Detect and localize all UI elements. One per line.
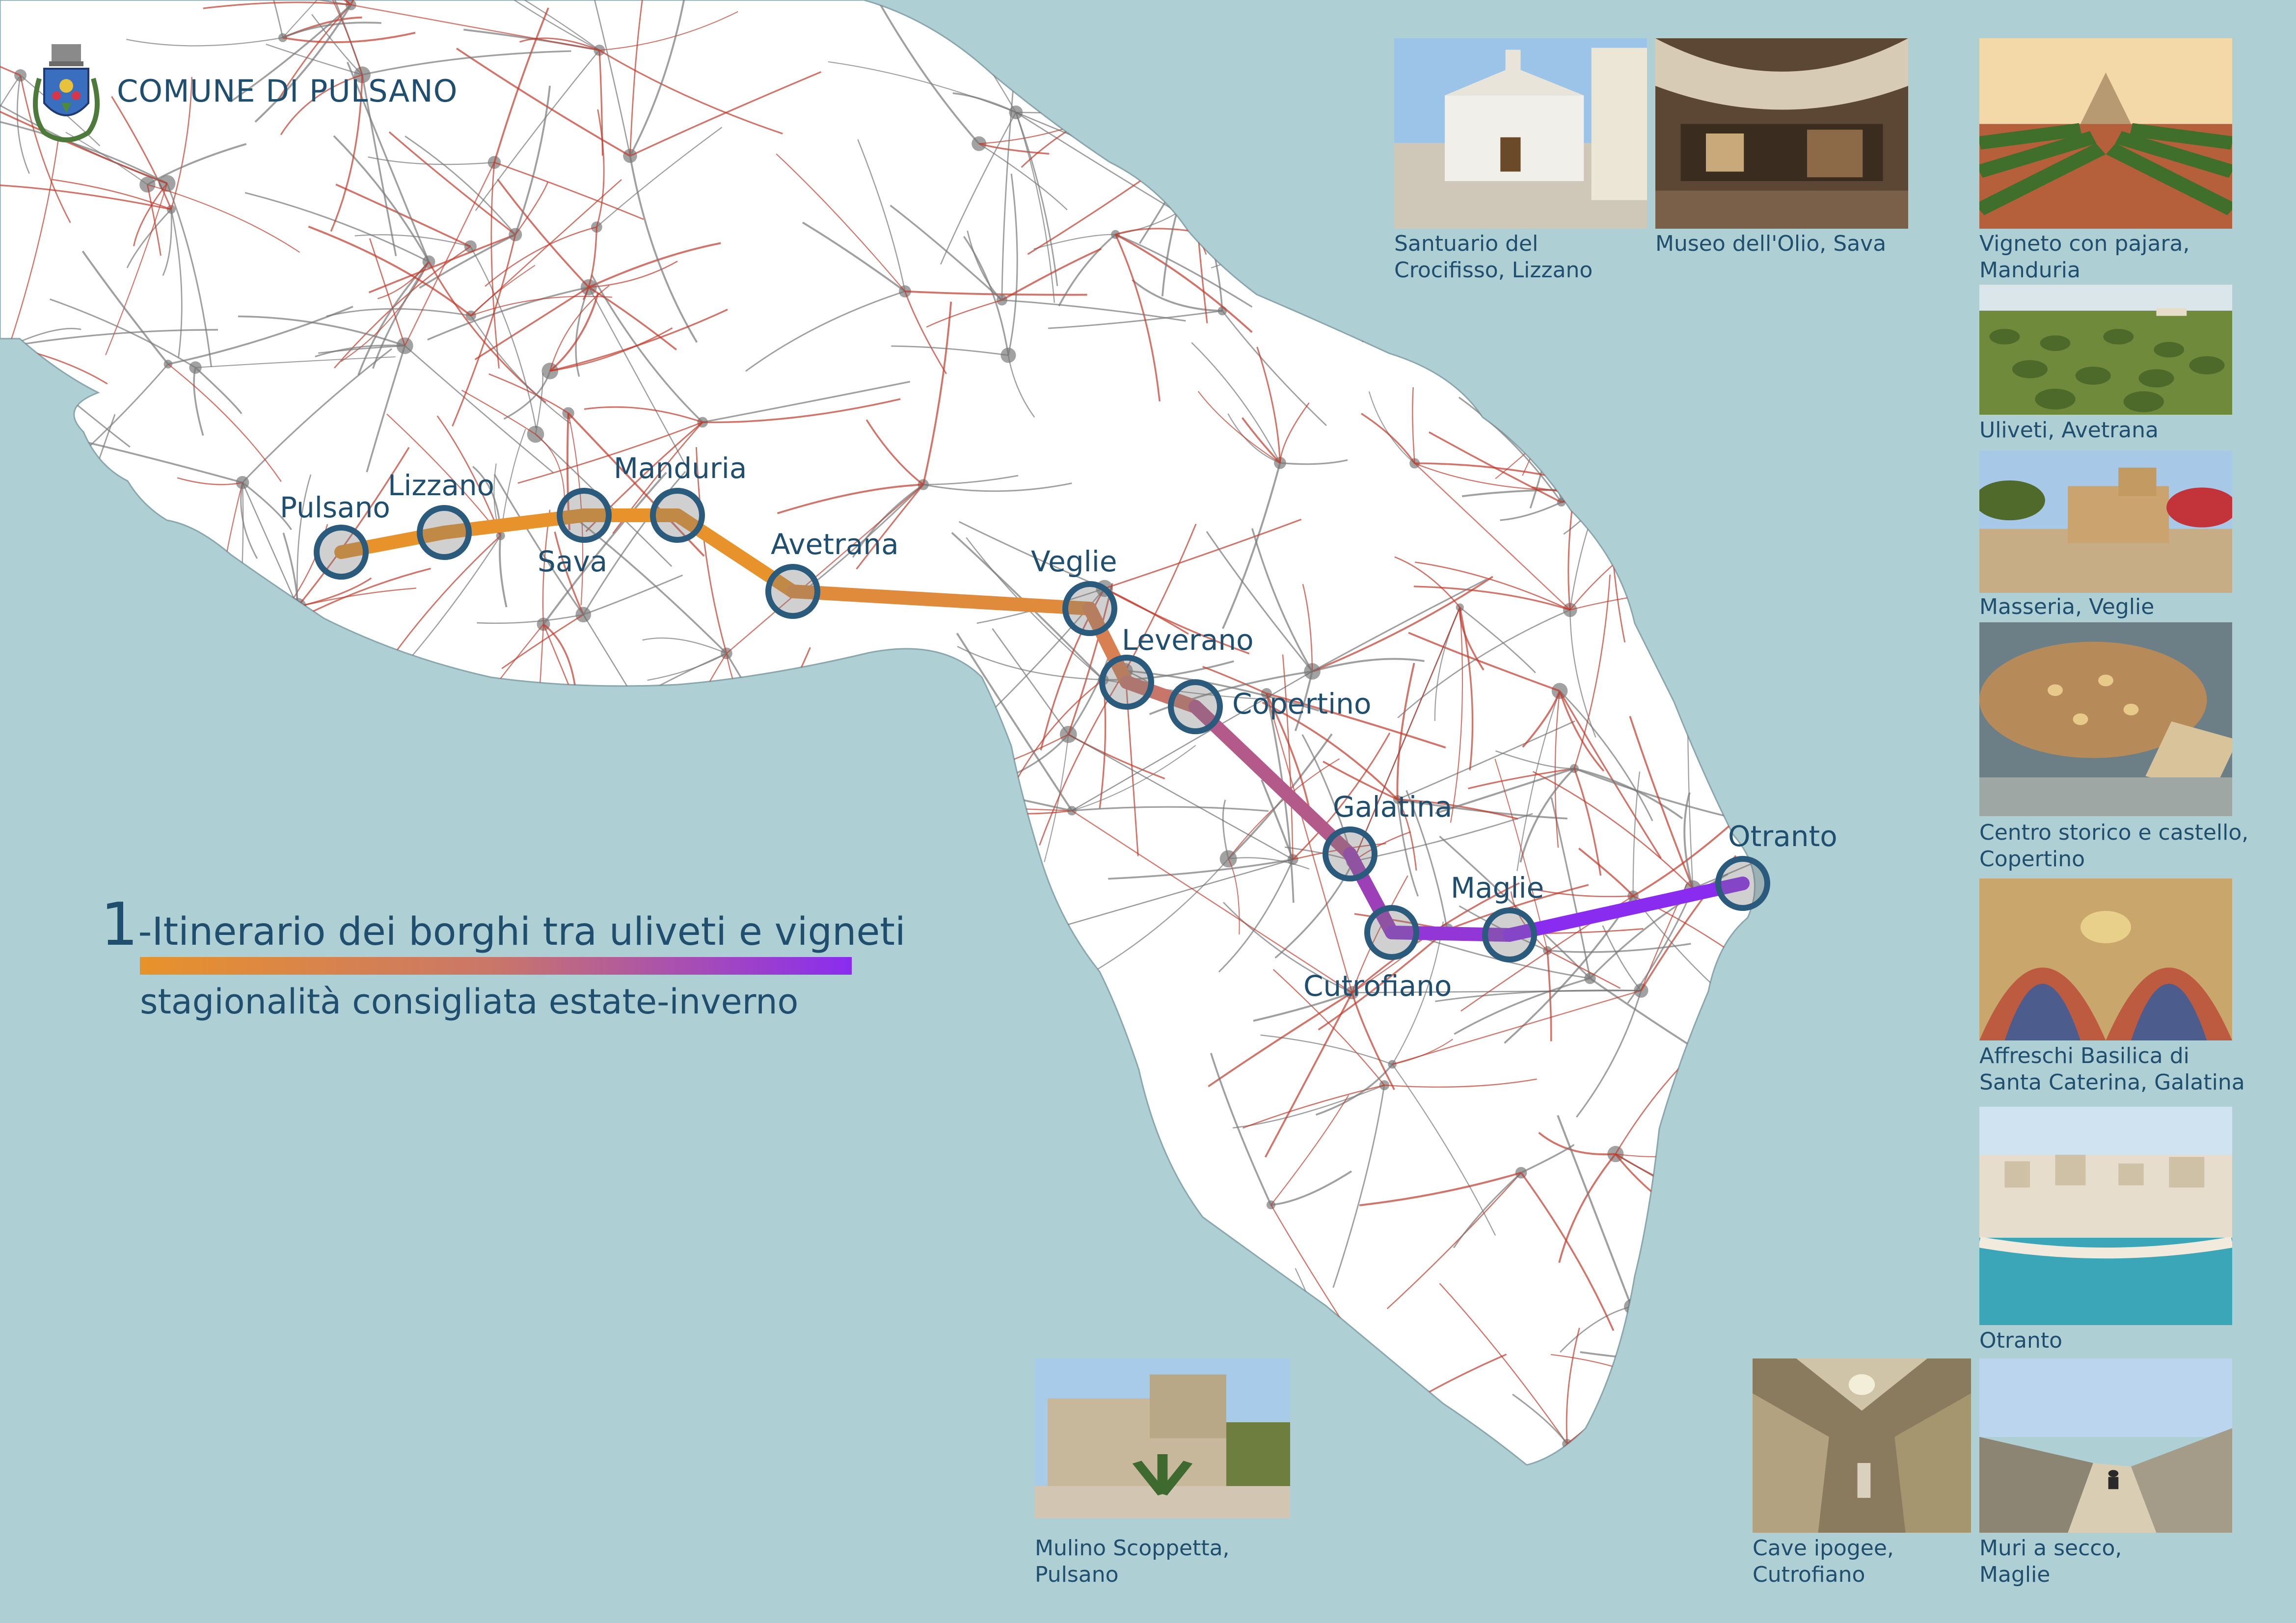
photo-caption: Affreschi Basilica di Santa Caterina, Gal… xyxy=(1979,1043,2245,1096)
town-label-maglie: Maglie xyxy=(1451,871,1544,905)
season-note: stagionalità consigliata estate-inverno xyxy=(140,982,799,1022)
town-label-otranto: Otranto xyxy=(1728,820,1837,853)
municipality-title: COMUNE DI PULSANO xyxy=(117,73,458,109)
town-label-manduria: Manduria xyxy=(614,452,747,485)
coat-of-arms-icon xyxy=(33,44,100,142)
caption-line: Uliveti, Avetrana xyxy=(1979,418,2159,443)
caption-line: Santa Caterina, Galatina xyxy=(1979,1070,2245,1095)
town-label-cutrofiano: Cutrofiano xyxy=(1303,969,1452,1003)
route-gradient-bar xyxy=(140,957,852,975)
caption-line: Centro storico e castello, xyxy=(1979,820,2249,845)
town-marker-pulsano[interactable] xyxy=(314,525,369,580)
photo-mill[interactable] xyxy=(1035,1358,1290,1518)
photo-vineyard[interactable] xyxy=(1979,38,2232,229)
caption-line: Cave ipogee, xyxy=(1753,1536,1894,1561)
photo-caption: Masseria, Veglie xyxy=(1979,594,2154,620)
caption-line: Mulino Scoppetta, xyxy=(1035,1536,1230,1561)
itinerary-number: 1 xyxy=(101,891,138,959)
town-label-leverano: Leverano xyxy=(1122,623,1254,657)
caption-line: Muri a secco, xyxy=(1979,1536,2122,1561)
town-marker-otranto[interactable] xyxy=(1715,856,1770,911)
town-marker-galatina[interactable] xyxy=(1323,826,1378,881)
town-marker-cutrofiano[interactable] xyxy=(1364,905,1419,960)
town-label-veglie: Veglie xyxy=(1031,545,1117,578)
photo-caption: Santuario del Crocifisso, Lizzano xyxy=(1394,231,1593,284)
caption-line: Manduria xyxy=(1979,258,2080,283)
photo-caption: Uliveti, Avetrana xyxy=(1979,417,2159,444)
caption-line: Museo dell'Olio, Sava xyxy=(1655,231,1887,256)
town-marker-lizzano[interactable] xyxy=(417,505,472,560)
photo-caption: Mulino Scoppetta, Pulsano xyxy=(1035,1535,1230,1588)
caption-line: Copertino xyxy=(1979,847,2085,872)
caption-line: Vigneto con pajara, xyxy=(1979,231,2190,256)
town-marker-manduria[interactable] xyxy=(650,488,705,543)
caption-line: Affreschi Basilica di xyxy=(1979,1043,2189,1068)
photo-caption: Otranto xyxy=(1979,1328,2062,1354)
caption-line: Cutrofiano xyxy=(1753,1562,1865,1587)
photo-caption: Vigneto con pajara, Manduria xyxy=(1979,231,2190,284)
town-marker-copertino[interactable] xyxy=(1168,679,1223,734)
photo-museum[interactable] xyxy=(1655,38,1908,229)
photo-coast[interactable] xyxy=(1979,1107,2232,1325)
header: COMUNE DI PULSANO xyxy=(25,34,458,147)
caption-line: Crocifisso, Lizzano xyxy=(1394,258,1593,283)
photo-caption: Museo dell'Olio, Sava xyxy=(1655,231,1886,257)
photo-masseria[interactable] xyxy=(1979,451,2232,593)
town-label-pulsano: Pulsano xyxy=(280,491,390,524)
photo-olives[interactable] xyxy=(1979,285,2232,415)
town-marker-leverano[interactable] xyxy=(1099,655,1154,710)
itinerary-title: 1-Itinerario dei borghi tra uliveti e vi… xyxy=(101,891,906,959)
caption-line: Masseria, Veglie xyxy=(1979,594,2155,619)
caption-line: Santuario del xyxy=(1394,231,1539,256)
photo-cave[interactable] xyxy=(1753,1358,1971,1533)
caption-line: Otranto xyxy=(1979,1328,2062,1353)
town-label-sava: Sava xyxy=(538,545,608,578)
town-label-avetrana: Avetrana xyxy=(771,528,899,561)
town-marker-avetrana[interactable] xyxy=(765,564,820,619)
town-label-galatina: Galatina xyxy=(1333,790,1453,824)
caption-line: Pulsano xyxy=(1035,1562,1119,1587)
photo-aerial[interactable] xyxy=(1979,622,2232,816)
town-label-lizzano: Lizzano xyxy=(388,469,495,502)
itinerary-name: -Itinerario dei borghi tra uliveti e vig… xyxy=(138,910,906,954)
photo-chapel[interactable] xyxy=(1394,38,1647,229)
caption-line: Maglie xyxy=(1979,1562,2051,1587)
photo-caption: Muri a secco, Maglie xyxy=(1979,1535,2122,1588)
photo-frescoes[interactable] xyxy=(1979,878,2232,1040)
town-label-copertino: Copertino xyxy=(1232,687,1372,720)
town-marker-sava[interactable] xyxy=(557,488,612,543)
town-marker-veglie[interactable] xyxy=(1062,581,1117,636)
photo-walls[interactable] xyxy=(1979,1358,2232,1533)
photo-caption: Centro storico e castello, Copertino xyxy=(1979,820,2248,873)
photo-caption: Cave ipogee, Cutrofiano xyxy=(1753,1535,1894,1588)
town-marker-maglie[interactable] xyxy=(1482,907,1537,962)
